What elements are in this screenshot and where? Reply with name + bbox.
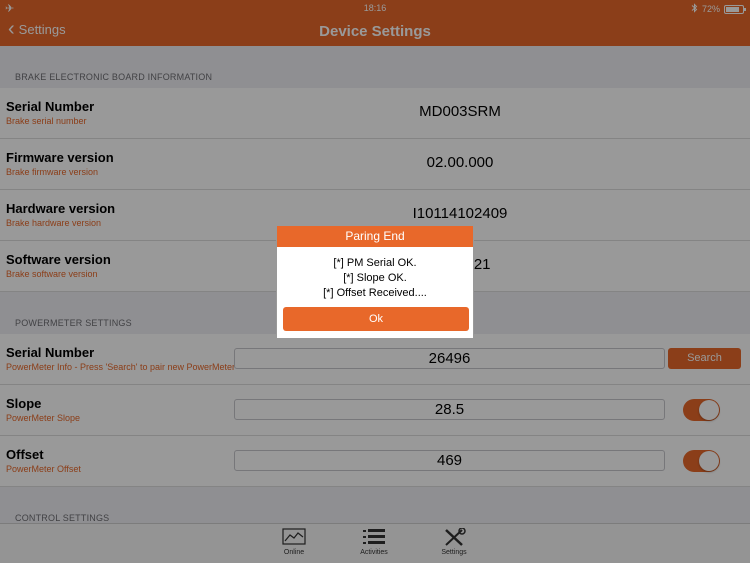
alert-title: Paring End [277, 226, 473, 247]
pairing-alert-dialog: Paring End [*] PM Serial OK. [*] Slope O… [276, 225, 474, 339]
alert-line: [*] PM Serial OK. [333, 257, 417, 269]
alert-line: [*] Offset Received.... [323, 287, 427, 299]
alert-message: [*] PM Serial OK. [*] Slope OK. [*] Offs… [277, 247, 473, 301]
ok-button[interactable]: Ok [283, 307, 469, 331]
alert-line: [*] Slope OK. [343, 272, 407, 284]
